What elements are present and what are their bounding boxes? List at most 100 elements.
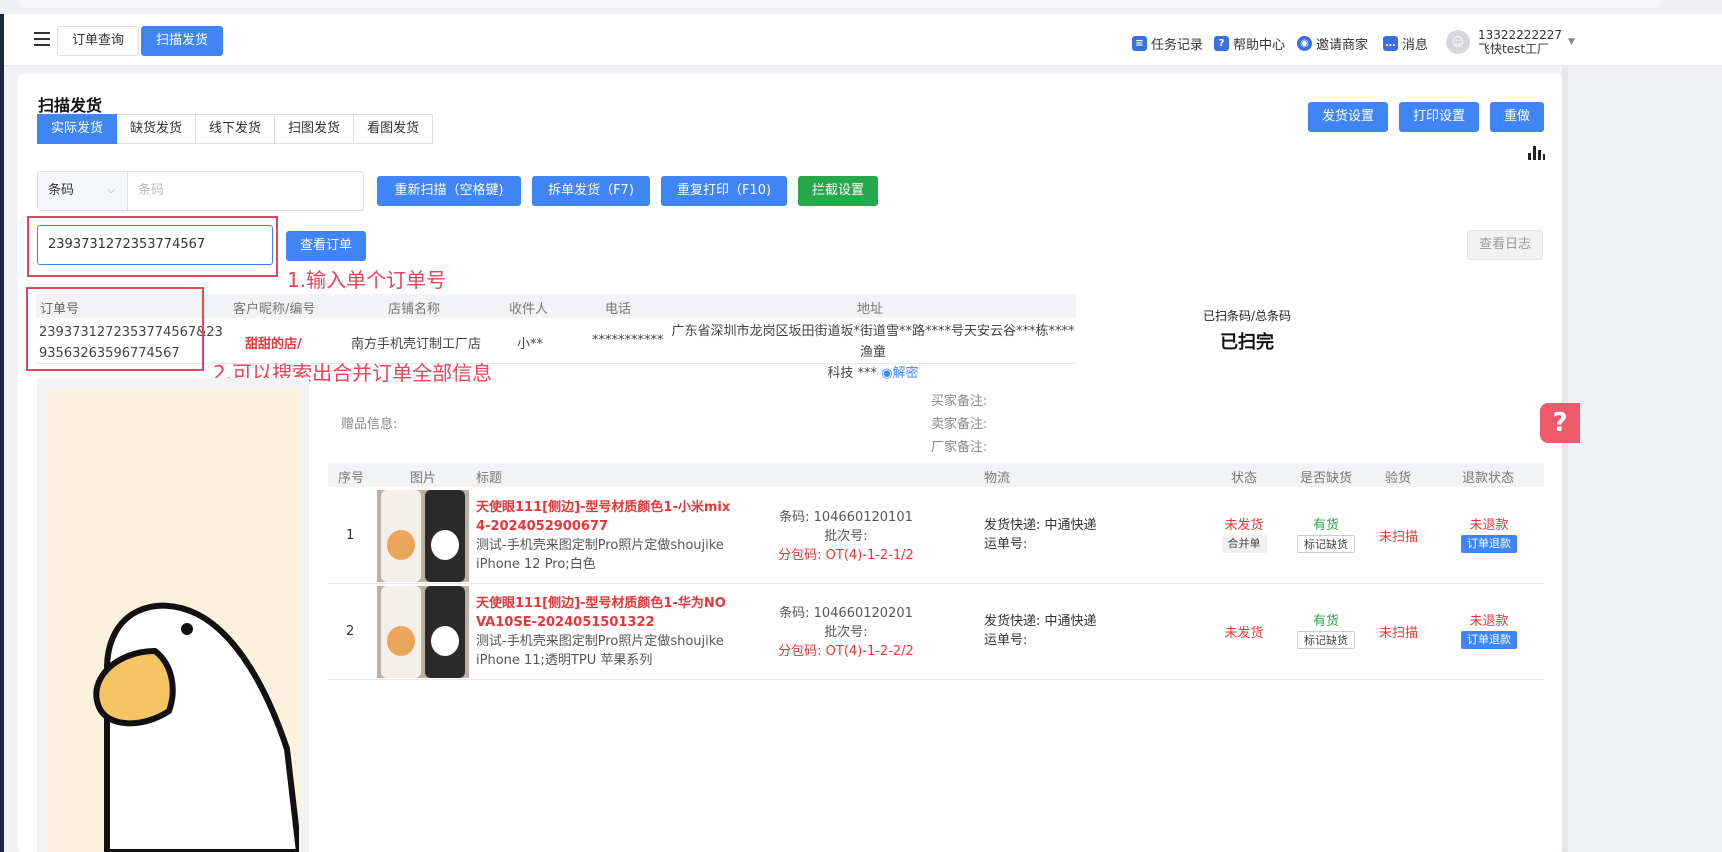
redo-button[interactable]: 重做 [1490,102,1544,132]
address-line2: 科技 *** [827,366,878,381]
menu-toggle-icon[interactable] [34,32,50,46]
table-row: 1 天使眼111[侧边]-型号材质颜色1-小米mix 4-20240529006… [328,488,1544,584]
status-text: 未发货 [1224,626,1264,641]
col-status: 状态 [1231,471,1258,486]
ship-mode-tabs: 实际发货 缺货发货 线下发货 扫图发货 看图发货 [37,114,434,144]
status-cell: 未发货 合并单 [1208,514,1280,553]
refund-cell: 未退款 订单退款 [1458,514,1520,553]
subtab-offline-ship[interactable]: 线下发货 [196,114,276,144]
user-menu[interactable]: ☺ 13322222227 飞快test工厂 ▼ [1446,24,1575,60]
inspect-status: 未扫描 [1379,626,1419,641]
col-title: 标题 [476,471,503,486]
task-record-label: 任务记录 [1151,37,1204,53]
row-index: 1 [346,528,355,543]
browser-top-strip [0,0,1722,14]
annotation-step1: 1.输入单个订单号 [287,268,447,292]
decrypt-link[interactable]: ◉解密 [881,366,918,381]
receiver-cell: 小** [517,337,544,352]
invite-merchant-label: 邀请商家 [1316,37,1369,53]
address-line1: 广东省深圳市龙岗区坂田街道坂*街道雪**路****号天安云谷***栋****渔童 [671,324,1075,360]
user-name: 飞快test工厂 [1478,42,1550,56]
address-cell: 广东省深圳市龙岗区坂田街道坂*街道雪**路****号天安云谷***栋****渔童… [669,321,1077,384]
product-title: 天使眼111[侧边]-型号材质颜色1-小米mix 4-2024052900677… [476,498,736,574]
help-center-label: 帮助中心 [1233,37,1286,53]
col-refund: 退款状态 [1462,471,1515,486]
split-ship-button[interactable]: 拆单发货（F7) [532,176,650,206]
items-table-header: 序号 图片 标题 物流 状态 是否缺货 验货 退款状态 [328,463,1544,487]
ship-settings-button[interactable]: 发货设置 [1308,102,1388,132]
bar-chart-icon[interactable] [1528,146,1545,160]
table-row: 2 天使眼111[侧边]-型号材质颜色1-华为NO VA10SE-2024051… [328,584,1544,680]
waybill-text: 运单号: [984,537,1028,552]
tab-order-query[interactable]: 订单查询 [57,26,140,56]
stock-cell: 有货 标记缺货 [1293,514,1359,553]
factory-remark-label: 厂家备注: [931,440,988,455]
express-text: 发货快递: 中通快递 [984,614,1097,629]
status-cell: 未发货 [1208,622,1280,641]
view-order-button[interactable]: 查看订单 [286,231,366,261]
subtab-scan-image-ship[interactable]: 扫图发货 [275,114,355,144]
annotation-box-order [26,287,204,371]
buyer-remark-label: 买家备注: [931,394,988,409]
eye-icon: ◉ [881,366,893,381]
top-header: 订单查询 扫描发货 ≡ 任务记录 ? 帮助中心 ◉ 邀请商家 … 消息 ☺ 13… [4,14,1722,66]
title-line2: 4-2024052900677 [476,519,609,534]
title-line2: VA10SE-2024051501322 [476,615,655,630]
inspect-status: 未扫描 [1379,530,1419,545]
pack-code-text: 分包码: OT(4)-1-2-1/2 [778,548,914,563]
batch-text: 批次号: [824,529,868,544]
intercept-settings-button[interactable]: 拦截设置 [798,176,878,206]
title-line1: 天使眼111[侧边]-型号材质颜色1-华为NO [476,596,726,611]
message-icon: … [1383,35,1398,51]
pack-code-text: 分包码: OT(4)-1-2-2/2 [778,644,914,659]
col-address: 地址 [857,302,884,317]
page-title: 扫描发货 [38,96,103,115]
barcode-info: 条码: 104660120201 批次号: 分包码: OT(4)-1-2-2/2 [766,604,926,661]
duck-preview-image [47,389,299,852]
scrollbar[interactable] [1562,66,1568,852]
rescan-button[interactable]: 重新扫描（空格键) [377,176,521,206]
express-text: 发货快递: 中通快递 [984,518,1097,533]
col-stockout: 是否缺货 [1300,471,1353,486]
subtab-actual-ship[interactable]: 实际发货 [37,114,118,144]
question-icon: ? [1214,35,1229,51]
mark-shortage-button[interactable]: 标记缺货 [1297,631,1355,649]
col-inspect: 验货 [1385,471,1412,486]
col-index: 序号 [338,471,365,486]
scan-status-value: 已扫完 [1220,332,1274,353]
mark-shortage-button[interactable]: 标记缺货 [1297,535,1355,553]
decrypt-label: 解密 [892,366,919,381]
order-refund-button[interactable]: 订单退款 [1461,535,1517,553]
reprint-button[interactable]: 重复打印（F10) [661,176,787,206]
title-line1: 天使眼111[侧边]-型号材质颜色1-小米mix [476,500,731,515]
annotation-box-input [27,216,278,277]
view-log-button[interactable]: 查看日志 [1467,230,1543,260]
invite-merchant-link[interactable]: ◉ 邀请商家 [1297,28,1368,58]
barcode-text: 条码: 104660120101 [779,510,913,525]
avatar-icon: ☺ [1446,30,1470,54]
col-logistics: 物流 [984,471,1011,486]
order-refund-button[interactable]: 订单退款 [1461,631,1517,649]
help-center-link[interactable]: ? 帮助中心 [1214,28,1285,58]
product-image[interactable] [377,490,469,582]
logistics-info: 发货快递: 中通快递 运单号: [984,612,1097,650]
col-customer: 客户昵称/编号 [233,302,316,317]
customer-cell: 甜甜的店/ [245,337,302,352]
stock-text: 有货 [1312,614,1339,629]
desc-line1: 测试-手机壳来图定制Pro照片定做shoujike [476,634,724,649]
desc-line1: 测试-手机壳来图定制Pro照片定做shoujike [476,538,724,553]
message-link[interactable]: … 消息 [1383,28,1428,58]
product-image[interactable] [377,586,469,678]
tab-scan-ship[interactable]: 扫描发货 [141,26,224,56]
refund-status: 未退款 [1469,614,1509,629]
col-receiver: 收件人 [509,302,549,317]
task-record-link[interactable]: ≡ 任务记录 [1132,28,1203,58]
subtab-shortage-ship[interactable]: 缺货发货 [117,114,197,144]
print-settings-button[interactable]: 打印设置 [1399,102,1479,132]
subtab-view-image-ship[interactable]: 看图发货 [354,114,434,144]
barcode-input[interactable]: 条码 [138,172,164,210]
barcode-text: 条码: 104660120201 [779,606,913,621]
seller-remark-label: 卖家备注: [931,417,988,432]
barcode-type-select[interactable]: 条码 ⌵ [38,172,128,210]
help-question-icon[interactable]: ? [1540,403,1580,443]
